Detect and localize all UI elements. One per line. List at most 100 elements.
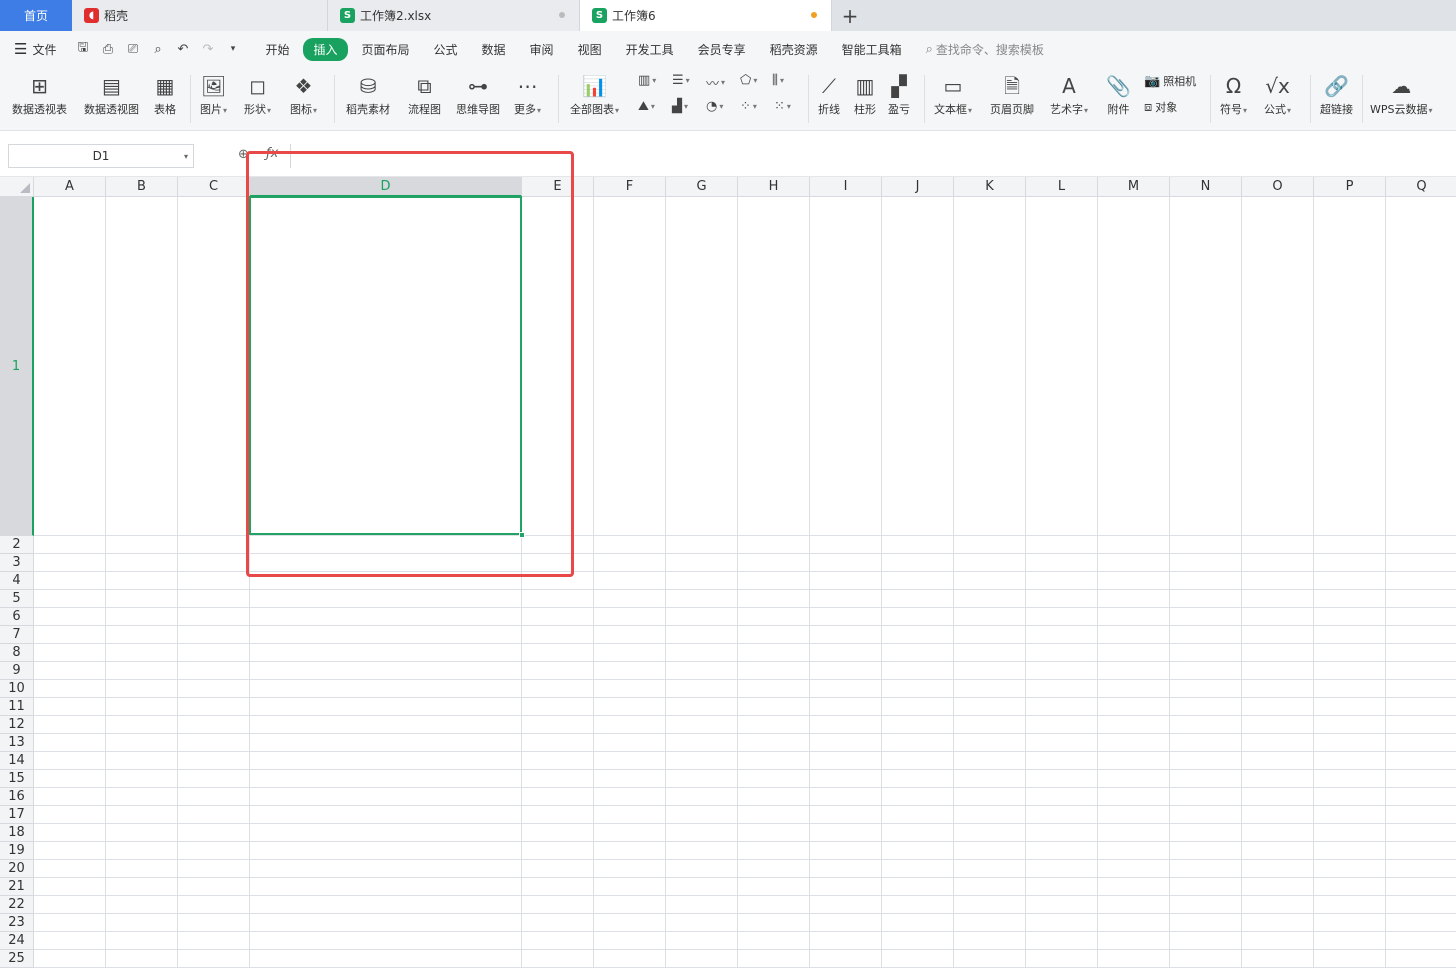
cell-a9[interactable] <box>34 662 106 680</box>
row-header-13[interactable]: 13 <box>0 734 34 752</box>
cell-l19[interactable] <box>1026 842 1098 860</box>
cell-k24[interactable] <box>954 932 1026 950</box>
cell-h24[interactable] <box>738 932 810 950</box>
cell-c8[interactable] <box>178 644 250 662</box>
pie-chart-button[interactable]: ◔ ▾ <box>706 99 723 114</box>
cell-c12[interactable] <box>178 716 250 734</box>
cell-q17[interactable] <box>1386 806 1456 824</box>
cell-a21[interactable] <box>34 878 106 896</box>
cell-i2[interactable] <box>810 536 882 554</box>
file-menu-button[interactable]: ☰ 文件 <box>14 40 56 58</box>
cell-d23[interactable] <box>250 914 522 932</box>
cell-n23[interactable] <box>1170 914 1242 932</box>
row-header-17[interactable]: 17 <box>0 806 34 824</box>
column-header-n[interactable]: N <box>1170 177 1242 197</box>
cell-k3[interactable] <box>954 554 1026 572</box>
row-header-11[interactable]: 11 <box>0 698 34 716</box>
cell-p11[interactable] <box>1314 698 1386 716</box>
export-pdf-icon[interactable]: ⎙ <box>95 42 120 57</box>
cell-f23[interactable] <box>594 914 666 932</box>
cell-q8[interactable] <box>1386 644 1456 662</box>
cell-n4[interactable] <box>1170 572 1242 590</box>
column-header-b[interactable]: B <box>106 177 178 197</box>
unsaved-dot[interactable] <box>811 12 817 18</box>
cell-o11[interactable] <box>1242 698 1314 716</box>
picture-button[interactable]: 🖼 图片▾ <box>200 71 227 117</box>
cell-j3[interactable] <box>882 554 954 572</box>
cell-e20[interactable] <box>522 860 594 878</box>
cell-e9[interactable] <box>522 662 594 680</box>
cell-k1[interactable] <box>954 197 1026 536</box>
cell-l25[interactable] <box>1026 950 1098 968</box>
scatter-chart-button[interactable]: ⁘ ▾ <box>740 99 757 114</box>
cell-b7[interactable] <box>106 626 178 644</box>
row-header-9[interactable]: 9 <box>0 662 34 680</box>
row-header-22[interactable]: 22 <box>0 896 34 914</box>
cell-n24[interactable] <box>1170 932 1242 950</box>
cell-c11[interactable] <box>178 698 250 716</box>
cell-a5[interactable] <box>34 590 106 608</box>
cell-h7[interactable] <box>738 626 810 644</box>
cell-o23[interactable] <box>1242 914 1314 932</box>
cell-g22[interactable] <box>666 896 738 914</box>
table-button[interactable]: ▦ 表格 <box>154 71 176 117</box>
cell-j4[interactable] <box>882 572 954 590</box>
area-chart-button[interactable]: ⛰ ▾ <box>638 99 655 114</box>
cell-j15[interactable] <box>882 770 954 788</box>
cell-g9[interactable] <box>666 662 738 680</box>
cell-n18[interactable] <box>1170 824 1242 842</box>
cell-o7[interactable] <box>1242 626 1314 644</box>
attachment-button[interactable]: 📎 附件 <box>1106 71 1131 117</box>
cell-n10[interactable] <box>1170 680 1242 698</box>
cell-p5[interactable] <box>1314 590 1386 608</box>
cell-c17[interactable] <box>178 806 250 824</box>
cell-j10[interactable] <box>882 680 954 698</box>
column-header-f[interactable]: F <box>594 177 666 197</box>
cell-f4[interactable] <box>594 572 666 590</box>
cell-f1[interactable] <box>594 197 666 536</box>
cell-q3[interactable] <box>1386 554 1456 572</box>
cell-m22[interactable] <box>1098 896 1170 914</box>
cell-l24[interactable] <box>1026 932 1098 950</box>
customize-chevron-icon[interactable]: ▾ <box>220 44 245 54</box>
cell-d25[interactable] <box>250 950 522 968</box>
cell-f5[interactable] <box>594 590 666 608</box>
cell-p20[interactable] <box>1314 860 1386 878</box>
cell-q4[interactable] <box>1386 572 1456 590</box>
hyperlink-button[interactable]: 🔗 超链接 <box>1320 71 1353 117</box>
cell-g8[interactable] <box>666 644 738 662</box>
cell-o16[interactable] <box>1242 788 1314 806</box>
cell-e24[interactable] <box>522 932 594 950</box>
cell-o5[interactable] <box>1242 590 1314 608</box>
row-header-4[interactable]: 4 <box>0 572 34 590</box>
row-header-12[interactable]: 12 <box>0 716 34 734</box>
cell-h14[interactable] <box>738 752 810 770</box>
tab-close-dot[interactable] <box>559 12 565 18</box>
cell-a20[interactable] <box>34 860 106 878</box>
cell-o4[interactable] <box>1242 572 1314 590</box>
cell-f6[interactable] <box>594 608 666 626</box>
print-preview-icon[interactable]: ⌕ <box>145 42 170 57</box>
cell-e25[interactable] <box>522 950 594 968</box>
cell-b21[interactable] <box>106 878 178 896</box>
cell-i9[interactable] <box>810 662 882 680</box>
cell-p19[interactable] <box>1314 842 1386 860</box>
cell-f9[interactable] <box>594 662 666 680</box>
name-box[interactable]: D1 ▾ <box>8 144 194 168</box>
cell-a23[interactable] <box>34 914 106 932</box>
cell-b2[interactable] <box>106 536 178 554</box>
cell-o10[interactable] <box>1242 680 1314 698</box>
menu-view[interactable]: 视图 <box>568 38 612 61</box>
row-header-15[interactable]: 15 <box>0 770 34 788</box>
cell-g4[interactable] <box>666 572 738 590</box>
cell-j22[interactable] <box>882 896 954 914</box>
cell-o12[interactable] <box>1242 716 1314 734</box>
cell-m20[interactable] <box>1098 860 1170 878</box>
cell-d5[interactable] <box>250 590 522 608</box>
cell-g5[interactable] <box>666 590 738 608</box>
cell-p14[interactable] <box>1314 752 1386 770</box>
cell-h11[interactable] <box>738 698 810 716</box>
camera-button[interactable]: 📷 照相机 <box>1144 73 1196 89</box>
cell-f19[interactable] <box>594 842 666 860</box>
cell-h4[interactable] <box>738 572 810 590</box>
